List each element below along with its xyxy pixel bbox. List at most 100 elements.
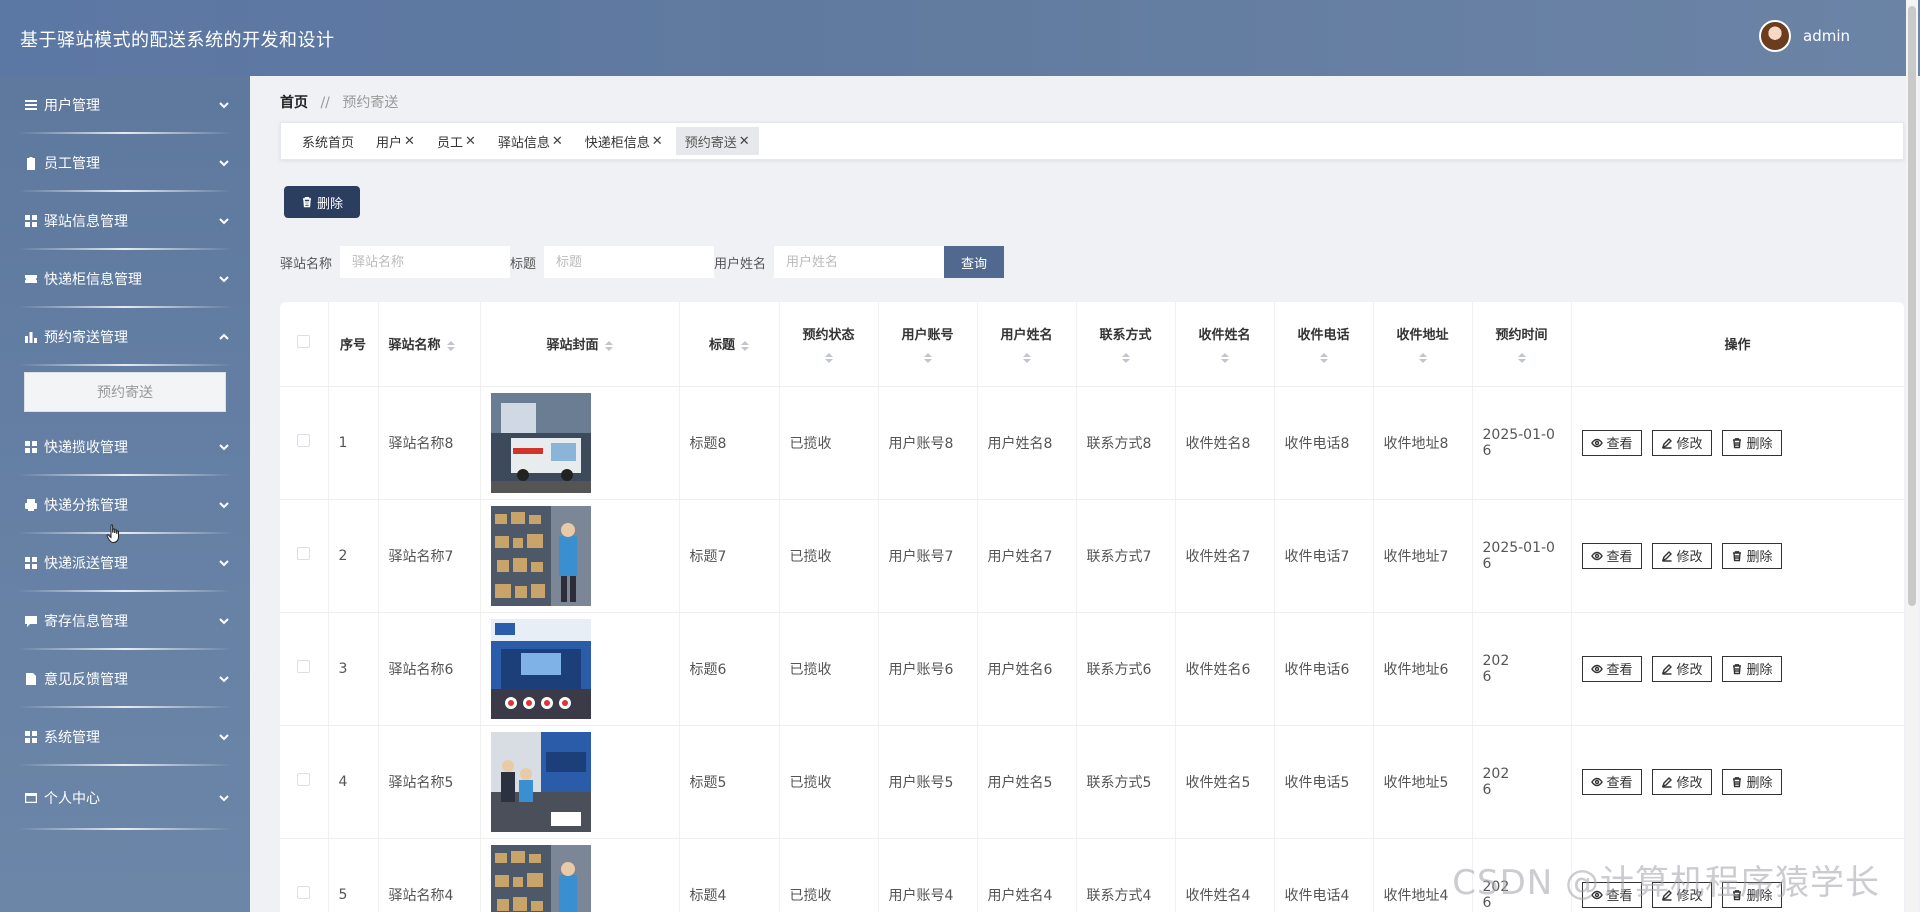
sidebar-item-4[interactable]: 预约寄送管理 — [0, 308, 250, 366]
sort-icon[interactable] — [1517, 353, 1526, 364]
col-status[interactable]: 预约状态 — [779, 302, 879, 387]
tab-2[interactable]: 员工 ✕ — [428, 127, 485, 155]
avatar[interactable] — [1759, 20, 1791, 52]
delete-button[interactable]: 删除 — [1721, 655, 1782, 682]
sidebar-item-1[interactable]: 员工管理 — [0, 134, 250, 192]
sidebar-item-5[interactable]: 快递揽收管理 — [0, 418, 250, 476]
row-checkbox-cell[interactable] — [280, 499, 329, 613]
view-button[interactable]: 查看 — [1581, 542, 1642, 569]
sidebar-item-11[interactable]: 个人中心 — [0, 766, 250, 830]
title-search-input[interactable] — [544, 246, 715, 278]
edit-button[interactable]: 修改 — [1651, 542, 1712, 569]
station-search-input[interactable] — [340, 246, 511, 278]
station-cover-image[interactable] — [490, 505, 679, 606]
query-button[interactable]: 查询 — [944, 246, 1005, 278]
row-checkbox[interactable] — [297, 434, 311, 447]
row-checkbox[interactable] — [297, 547, 311, 560]
sidebar-item-3[interactable]: 快递柜信息管理 — [0, 250, 250, 308]
delete-button[interactable]: 删除 — [1721, 429, 1782, 456]
select-all-cell[interactable] — [280, 302, 329, 387]
col-cover[interactable]: 驿站封面 — [480, 302, 680, 387]
tab-3[interactable]: 驿站信息 ✕ — [489, 127, 572, 155]
batch-delete-button[interactable]: 删除 — [284, 186, 360, 218]
sort-icon[interactable] — [604, 340, 613, 351]
sidebar-item-7[interactable]: 快递派送管理 — [0, 534, 250, 592]
sidebar-item-2[interactable]: 驿站信息管理 — [0, 192, 250, 250]
row-checkbox-cell[interactable] — [280, 612, 329, 726]
close-icon[interactable]: ✕ — [739, 134, 750, 149]
view-button[interactable]: 查看 — [1581, 768, 1642, 795]
row-checkbox-cell[interactable] — [280, 725, 329, 839]
table-row[interactable]: 3 驿站名称6 标题6 已揽收 用户账号6 用户姓名6 联系方式6 收件姓名6 收件电话6 收件地… — [280, 612, 1904, 726]
col-account[interactable]: 用户账号 — [878, 302, 978, 387]
close-icon[interactable]: ✕ — [465, 134, 476, 149]
account-cell: 用户账号8 — [878, 386, 978, 500]
delete-button-label: 删除 — [1746, 776, 1773, 791]
station-cover-image[interactable] — [490, 731, 679, 832]
tab-1[interactable]: 用户 ✕ — [367, 127, 424, 155]
row-checkbox[interactable] — [297, 660, 311, 673]
tab-4[interactable]: 快递柜信息 ✕ — [576, 127, 672, 155]
submenu: 预约寄送 — [0, 366, 250, 418]
col-username[interactable]: 用户姓名 — [977, 302, 1077, 387]
username-search-input[interactable] — [774, 246, 945, 278]
row-checkbox-cell[interactable] — [280, 838, 329, 912]
col-recv-addr[interactable]: 收件地址 — [1373, 302, 1473, 387]
edit-button[interactable]: 修改 — [1651, 429, 1712, 456]
contact-cell: 联系方式5 — [1076, 725, 1176, 839]
view-button[interactable]: 查看 — [1581, 429, 1642, 456]
col-station[interactable]: 驿站名称 — [378, 302, 481, 387]
close-icon[interactable]: ✕ — [552, 134, 563, 149]
view-button[interactable]: 查看 — [1581, 655, 1642, 682]
edit-icon — [1661, 776, 1673, 788]
account-cell: 用户账号6 — [878, 612, 978, 726]
sort-icon[interactable] — [1121, 353, 1130, 364]
table-row[interactable]: 2 驿站名称7 标题7 已揽收 用户账号7 用户姓名7 联系方式7 收件姓名7 收件电话7 收件地… — [280, 499, 1904, 613]
sort-icon[interactable] — [824, 353, 833, 364]
sort-icon[interactable] — [1022, 353, 1031, 364]
table-row[interactable]: 4 驿站名称5 标题5 已揽收 用户账号5 用户姓名5 联系方式5 收件姓名5 收件电话5 收件地… — [280, 725, 1904, 839]
page-scrollbar[interactable] — [1906, 0, 1918, 912]
chevron-up-icon — [218, 331, 230, 343]
station-cover-image[interactable] — [490, 618, 679, 719]
row-checkbox[interactable] — [297, 886, 311, 899]
sort-icon[interactable] — [1220, 353, 1229, 364]
col-title[interactable]: 标题 — [679, 302, 780, 387]
tab-0[interactable]: 系统首页 — [293, 127, 363, 155]
sort-icon[interactable] — [446, 340, 455, 351]
delete-button[interactable]: 删除 — [1721, 768, 1782, 795]
tab-5[interactable]: 预约寄送 ✕ — [675, 127, 759, 155]
scroll-thumb[interactable] — [1908, 6, 1916, 606]
edit-button[interactable]: 修改 — [1651, 768, 1712, 795]
username[interactable]: admin — [1803, 27, 1850, 45]
sort-icon[interactable] — [1418, 353, 1427, 364]
station-cover-image[interactable] — [490, 844, 679, 912]
sidebar-item-10[interactable]: 系统管理 — [0, 708, 250, 766]
sidebar-item-8[interactable]: 寄存信息管理 — [0, 592, 250, 650]
sidebar-item-6[interactable]: 快递分拣管理 — [0, 476, 250, 534]
breadcrumb-home[interactable]: 首页 — [280, 95, 308, 111]
submenu-item[interactable]: 预约寄送 — [24, 372, 226, 412]
row-checkbox-cell[interactable] — [280, 386, 329, 500]
user-menu[interactable]: admin — [1759, 20, 1850, 52]
select-all-checkbox[interactable] — [297, 335, 311, 349]
table-row[interactable]: 1 驿站名称8 标题8 已揽收 用户账号8 用户姓名8 联系方式8 收件姓名8 收件电话8 收件地… — [280, 386, 1904, 500]
sort-icon[interactable] — [923, 353, 932, 364]
delete-button[interactable]: 删除 — [1721, 542, 1782, 569]
sort-icon[interactable] — [741, 340, 749, 351]
col-contact[interactable]: 联系方式 — [1076, 302, 1176, 387]
col-recv-name[interactable]: 收件姓名 — [1175, 302, 1275, 387]
col-recv-phone[interactable]: 收件电话 — [1274, 302, 1374, 387]
station-cover-image[interactable] — [490, 392, 679, 493]
chevron-down-icon — [218, 273, 230, 285]
row-checkbox[interactable] — [297, 773, 311, 786]
edit-button[interactable]: 修改 — [1651, 655, 1712, 682]
contact-cell: 联系方式7 — [1076, 499, 1176, 613]
tab-label: 预约寄送 — [684, 135, 737, 151]
close-icon[interactable]: ✕ — [652, 134, 663, 149]
sidebar-item-9[interactable]: 意见反馈管理 — [0, 650, 250, 708]
col-time[interactable]: 预约时间 — [1472, 302, 1572, 387]
sort-icon[interactable] — [1319, 353, 1328, 364]
close-icon[interactable]: ✕ — [404, 134, 415, 149]
sidebar-item-0[interactable]: 用户管理 — [0, 76, 250, 134]
